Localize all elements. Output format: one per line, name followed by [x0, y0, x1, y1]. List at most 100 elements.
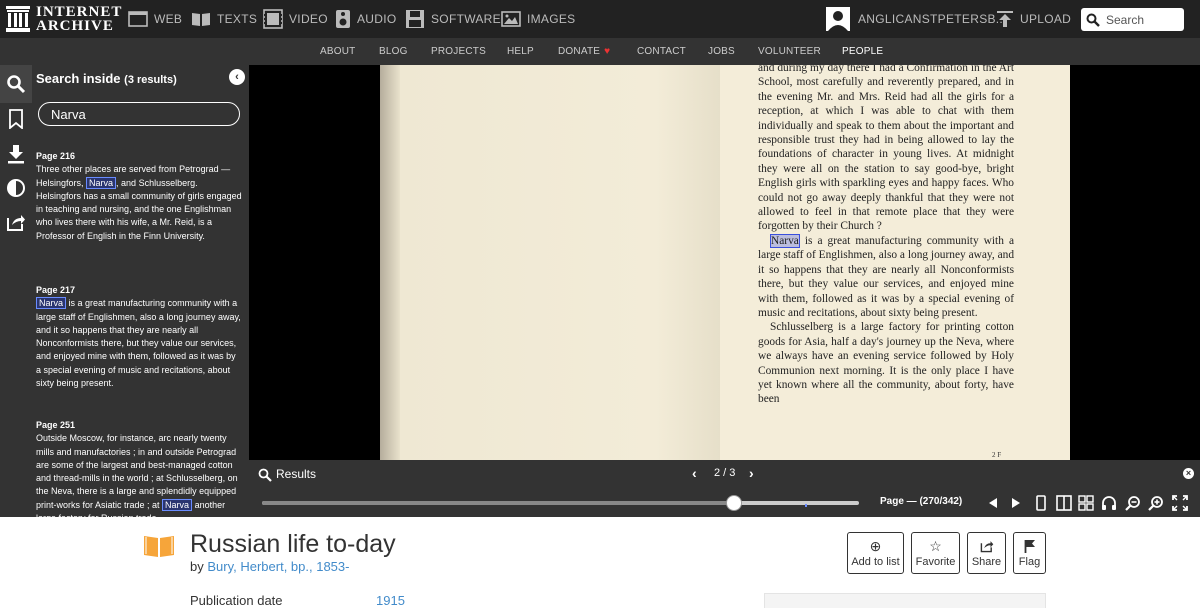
magnifier-icon: [7, 75, 26, 94]
add-to-list-button[interactable]: ⊕ Add to list: [847, 532, 904, 574]
results-search-icon: [258, 468, 272, 482]
nav-audio[interactable]: AUDIO: [335, 0, 397, 38]
chevron-left-icon: ‹: [692, 465, 697, 481]
byline-by: by: [190, 559, 204, 574]
next-result-button[interactable]: ›: [749, 465, 754, 481]
nav-software[interactable]: SOFTWARE: [405, 0, 501, 38]
site-search-input[interactable]: Search: [1081, 8, 1184, 31]
add-to-list-label: Add to list: [851, 556, 900, 568]
subnav-donate[interactable]: DONATE ♥: [558, 38, 610, 65]
plus-circle-icon: ⊕: [869, 538, 882, 554]
related-panel: [764, 593, 1046, 608]
chevron-left-icon: ‹: [235, 71, 239, 83]
result-page-number: Page 216: [36, 151, 76, 161]
search-icon: [1086, 13, 1100, 27]
download-tab[interactable]: [4, 142, 28, 166]
result-count: (3 results): [124, 74, 177, 86]
nav-images-label: IMAGES: [527, 12, 576, 26]
nav-video[interactable]: VIDEO: [263, 0, 328, 38]
username: ANGLICANSTPETERSB...: [858, 12, 1007, 26]
favorite-button[interactable]: ☆ Favorite: [911, 532, 960, 574]
close-results-button[interactable]: ×: [1183, 468, 1194, 479]
nav-software-label: SOFTWARE: [431, 12, 501, 26]
read-aloud-button[interactable]: [1100, 494, 1118, 512]
flag-button[interactable]: Flag: [1013, 532, 1046, 574]
page-slider[interactable]: [262, 501, 859, 507]
reader-toolbar: Page — (270/342): [249, 489, 1200, 517]
share-tab[interactable]: [4, 210, 28, 234]
search-result[interactable]: Page 217 Narva is a great manufacturing …: [36, 284, 243, 390]
subnav-projects[interactable]: PROJECTS: [431, 38, 486, 65]
reader-side-menu: [0, 65, 32, 517]
subnav-jobs[interactable]: JOBS: [708, 38, 735, 65]
zoom-out-button[interactable]: [1124, 494, 1142, 512]
results-label: Results: [276, 467, 317, 481]
thumbnail-view-button[interactable]: [1077, 494, 1095, 512]
page-paragraph: Narva is a great manufacturing community…: [758, 233, 1014, 320]
search-inside-tab[interactable]: [0, 65, 32, 103]
subnav-volunteer[interactable]: VOLUNTEER: [758, 38, 821, 65]
match-highlight: Narva: [86, 176, 117, 189]
subnav-contact[interactable]: CONTACT: [637, 38, 686, 65]
previous-result-button[interactable]: ‹: [692, 465, 697, 481]
result-snippet: Three other places are served from Petro…: [36, 163, 243, 243]
result-page-number: Page 251: [36, 420, 76, 430]
two-page-view-button[interactable]: [1055, 494, 1073, 512]
flip-left-button[interactable]: [984, 494, 1002, 512]
subnav-blog[interactable]: BLOG: [379, 38, 408, 65]
headphones-icon: [1102, 496, 1116, 510]
page-gutter: [380, 65, 400, 460]
publication-date-value[interactable]: 1915: [376, 593, 405, 608]
collapse-panel-button[interactable]: ‹: [229, 69, 245, 85]
snippet-before: Outside Moscow, for instance, arc nearly…: [36, 433, 238, 510]
user-menu[interactable]: ANGLICANSTPETERSB...: [826, 0, 1007, 38]
upload-button[interactable]: UPLOAD: [996, 0, 1071, 38]
nav-web-label: WEB: [154, 12, 183, 26]
search-inside-panel: Search inside (3 results) ‹ Narva Page 2…: [32, 65, 249, 517]
zoom-out-icon: [1125, 496, 1140, 511]
subnav-people[interactable]: PEOPLE: [842, 38, 883, 65]
web-icon: [128, 11, 148, 27]
archive-building-icon: [6, 6, 30, 32]
flip-right-button[interactable]: [1007, 494, 1025, 512]
book-page-spread[interactable]: and during my day there I had a Confirma…: [380, 65, 1070, 460]
nav-images[interactable]: IMAGES: [501, 0, 575, 38]
internet-archive-logo[interactable]: INTERNET ARCHIVE: [6, 5, 122, 34]
page-signature: 2 F: [992, 451, 1002, 459]
result-snippet: Outside Moscow, for instance, arc nearly…: [36, 432, 243, 517]
share-icon: [7, 215, 25, 231]
favorite-label: Favorite: [915, 556, 956, 568]
nav-texts-label: TEXTS: [217, 12, 258, 26]
search-result[interactable]: Page 251 Outside Moscow, for instance, a…: [36, 419, 243, 517]
subnav-about[interactable]: ABOUT: [320, 38, 355, 65]
visual-adjustments-tab[interactable]: [4, 176, 28, 200]
page-slider-thumb[interactable]: [725, 495, 742, 511]
zoom-in-button[interactable]: [1147, 494, 1165, 512]
share-button[interactable]: Share: [967, 532, 1006, 574]
panel-title-text: Search inside: [36, 71, 121, 86]
two-page-icon: [1056, 495, 1072, 511]
page-readout: Page — (270/342): [880, 496, 963, 507]
search-result[interactable]: Page 216 Three other places are served f…: [36, 150, 243, 243]
flag-label: Flag: [1018, 555, 1041, 568]
search-inside-query: Narva: [51, 106, 86, 122]
nav-texts[interactable]: TEXTS: [191, 0, 257, 38]
bookmarks-tab[interactable]: [4, 107, 28, 131]
subnav-help[interactable]: HELP: [507, 38, 534, 65]
search-inside-input[interactable]: Narva: [38, 102, 240, 126]
software-icon: [406, 10, 424, 28]
video-icon: [263, 9, 283, 29]
contrast-icon: [7, 179, 25, 197]
nav-audio-label: AUDIO: [357, 12, 397, 26]
publication-date-label: Publication date: [190, 593, 283, 608]
author-link[interactable]: Bury, Herbert, bp., 1853-: [207, 559, 349, 574]
fullscreen-button[interactable]: [1171, 494, 1189, 512]
fullscreen-icon: [1172, 495, 1188, 511]
share-label: Share: [971, 555, 1002, 568]
result-snippet: Narva is a great manufacturing community…: [36, 297, 243, 390]
result-marker[interactable]: [805, 504, 807, 507]
one-page-view-button[interactable]: [1032, 494, 1050, 512]
top-navigation: INTERNET ARCHIVE WEB TEXTS VIDEO AUDIO S…: [0, 0, 1200, 38]
nav-web[interactable]: WEB: [128, 0, 182, 38]
page-match-highlight[interactable]: Narva: [770, 233, 800, 248]
